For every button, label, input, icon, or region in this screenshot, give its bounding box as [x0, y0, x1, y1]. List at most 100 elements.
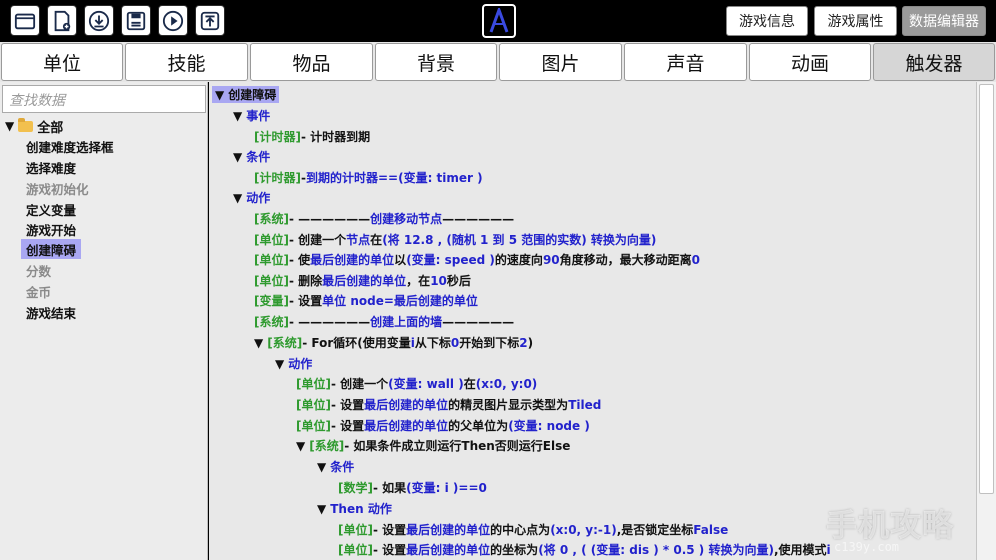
tab-sound[interactable]: 声音 — [624, 43, 747, 81]
trigger-item-selected[interactable]: 创建障碍 — [21, 239, 82, 259]
action-row[interactable]: [系统] - —————— 创建移动节点 —————— — [254, 208, 514, 229]
if-else-row[interactable]: ▼ [系统] - 如果条件成立则运行Then否则运行Else — [296, 435, 570, 456]
collapse-triangle-icon[interactable]: ▼ — [317, 502, 326, 516]
event-row[interactable]: [计时器] - 计时器到期 — [254, 126, 370, 147]
tab-item[interactable]: 物品 — [250, 43, 373, 81]
game-properties-button[interactable]: 游戏属性 — [814, 6, 897, 36]
row-param[interactable]: Tiled — [568, 398, 601, 412]
row-param[interactable]: 最后创建的单位 — [364, 396, 448, 413]
loop-actions-section[interactable]: ▼ 动作 — [275, 353, 312, 374]
row-param[interactable]: (变量: i ) — [406, 479, 458, 496]
row-param[interactable]: 单位 node — [322, 292, 384, 309]
condition-row[interactable]: [数学] - 如果 (变量: i ) == 0 — [338, 477, 487, 498]
action-row[interactable]: [单位] - 创建一个 节点 在 (将 12.8 , (随机 1 到 5 范围的… — [254, 229, 656, 250]
trigger-item[interactable]: 金币 — [21, 281, 56, 301]
data-editor-button[interactable]: 数据编辑器 — [902, 6, 986, 36]
row-operator[interactable]: == — [458, 481, 478, 495]
upload-button[interactable] — [195, 5, 225, 36]
row-param[interactable]: 10 — [430, 274, 447, 288]
row-param[interactable]: (x:0, y:-1) — [550, 523, 617, 537]
save-button[interactable] — [121, 5, 151, 36]
action-row[interactable]: [单位] - 设置 最后创建的单位 的精灵图片显示类型为 Tiled — [296, 394, 601, 415]
if-conditions-section[interactable]: ▼ 条件 — [317, 456, 354, 477]
action-row[interactable]: [变量] - 设置 单位 node = 最后创建的单位 — [254, 290, 478, 311]
row-param[interactable]: 最后创建的单位 — [364, 417, 448, 434]
tab-skill[interactable]: 技能 — [125, 43, 248, 81]
scrollbar-thumb[interactable] — [979, 84, 994, 494]
collapse-triangle-icon[interactable]: ▼ — [233, 150, 242, 164]
row-param[interactable]: 最后创建的单位 — [406, 521, 490, 538]
collapse-triangle-icon[interactable]: ▼ — [296, 439, 305, 453]
tab-background[interactable]: 背景 — [375, 43, 497, 81]
row-param[interactable]: 90 — [543, 253, 560, 267]
tab-animation[interactable]: 动画 — [749, 43, 871, 81]
collapse-triangle-icon[interactable]: ▼ — [317, 460, 326, 474]
row-text: - 创建一个 — [330, 377, 389, 391]
action-row[interactable]: [单位] - 设置 最后创建的单位 的坐标为 (将 0 , ( (变量: dis… — [338, 539, 831, 560]
trigger-item[interactable]: 分数 — [21, 260, 56, 280]
collapse-triangle-icon[interactable]: ▼ — [215, 88, 224, 102]
for-loop-row[interactable]: ▼ [系统] - For循环(使用变量 i 从下标 0 开始到下标 2 ) — [254, 332, 533, 353]
actions-section[interactable]: ▼ 动作 — [233, 187, 270, 208]
tab-unit[interactable]: 单位 — [1, 43, 123, 81]
action-row[interactable]: [单位] - 设置 最后创建的单位 的父单位为 (变量: node ) — [296, 415, 590, 436]
row-param[interactable]: 最后创建的单位 — [322, 272, 406, 289]
row-param[interactable]: 节点 — [346, 231, 370, 248]
row-param[interactable]: 最后创建的单位 — [406, 541, 490, 558]
collapse-triangle-icon[interactable]: ▼ — [275, 357, 284, 371]
condition-row[interactable]: [计时器] - 到期的计时器 == (变量: timer ) — [254, 167, 483, 188]
new-file-button[interactable] — [47, 5, 77, 36]
open-folder-button[interactable] — [10, 5, 40, 36]
row-param[interactable]: 到期的计时器 — [306, 169, 378, 186]
trigger-title-row[interactable]: ▼ 创建障碍 — [212, 84, 280, 105]
row-tag: [单位] — [296, 419, 331, 433]
conditions-section[interactable]: ▼ 条件 — [233, 146, 270, 167]
action-row[interactable]: [系统] - —————— 创建上面的墙 —————— — [254, 311, 514, 332]
trigger-item[interactable]: 选择难度 — [21, 157, 81, 177]
row-param[interactable]: 创建上面的墙 — [370, 313, 442, 330]
trigger-item[interactable]: 游戏结束 — [21, 302, 81, 322]
row-param[interactable]: 0 — [479, 481, 487, 495]
tree-root-all[interactable]: ▼ 全部 — [5, 116, 63, 136]
row-param[interactable]: (将 12.8 , (随机 1 到 5 范围的实数) 转换为向量) — [382, 231, 656, 248]
trigger-item[interactable]: 定义变量 — [21, 199, 81, 219]
game-info-button[interactable]: 游戏信息 — [726, 6, 808, 36]
watermark: 手机攻略 c139y.com — [826, 500, 994, 558]
row-param[interactable]: (变量: wall ) — [388, 375, 464, 392]
vertical-scrollbar[interactable] — [976, 82, 996, 560]
row-text: - 计时器到期 — [300, 130, 371, 144]
tab-image[interactable]: 图片 — [499, 43, 622, 81]
action-row[interactable]: [单位] - 使 最后创建的单位 以 (变量: speed ) 的速度向 90 … — [254, 249, 700, 270]
play-button[interactable] — [158, 5, 188, 36]
tab-trigger[interactable]: 触发器 — [873, 43, 995, 81]
row-param[interactable]: False — [693, 523, 728, 537]
collapse-triangle-icon[interactable]: ▼ — [233, 109, 242, 123]
row-param[interactable]: 最后创建的单位 — [310, 251, 394, 268]
row-tag: [单位] — [254, 233, 289, 247]
search-input[interactable]: 查找数据 — [2, 85, 206, 113]
row-param[interactable]: (x:0, y:0) — [476, 377, 538, 391]
row-param[interactable]: 2 — [519, 336, 527, 350]
trigger-item[interactable]: 创建难度选择框 — [21, 136, 119, 156]
row-param[interactable]: (变量: timer ) — [398, 169, 483, 186]
row-param[interactable]: (将 0 , ( (变量: dis ) * 0.5 ) 转换为向量) — [538, 541, 774, 558]
trigger-item[interactable]: 游戏初始化 — [21, 178, 94, 198]
then-actions-section[interactable]: ▼ Then 动作 — [317, 498, 392, 519]
row-param[interactable]: 0 — [451, 336, 459, 350]
row-operator[interactable]: == — [378, 171, 398, 185]
action-row[interactable]: [单位] - 创建一个 (变量: wall ) 在 (x:0, y:0) — [296, 373, 537, 394]
row-param[interactable]: (变量: speed ) — [406, 251, 495, 268]
row-param[interactable]: (变量: node ) — [508, 417, 590, 434]
row-param[interactable]: 最后创建的单位 — [394, 292, 478, 309]
row-param[interactable]: 创建移动节点 — [370, 210, 442, 227]
events-section[interactable]: ▼ 事件 — [233, 105, 270, 126]
row-operator[interactable]: = — [384, 294, 394, 308]
action-row[interactable]: [单位] - 设置 最后创建的单位 的中心点为 (x:0, y:-1) ,是否锁… — [338, 519, 728, 540]
collapse-triangle-icon[interactable]: ▼ — [233, 191, 242, 205]
action-row[interactable]: [单位] - 删除 最后创建的单位 ，在 10 秒后 — [254, 270, 471, 291]
row-param[interactable]: 0 — [692, 253, 700, 267]
collapse-triangle-icon[interactable]: ▼ — [254, 336, 263, 350]
download-button[interactable] — [84, 5, 114, 36]
expand-triangle-icon[interactable]: ▼ — [5, 119, 14, 133]
trigger-item[interactable]: 游戏开始 — [21, 219, 81, 239]
